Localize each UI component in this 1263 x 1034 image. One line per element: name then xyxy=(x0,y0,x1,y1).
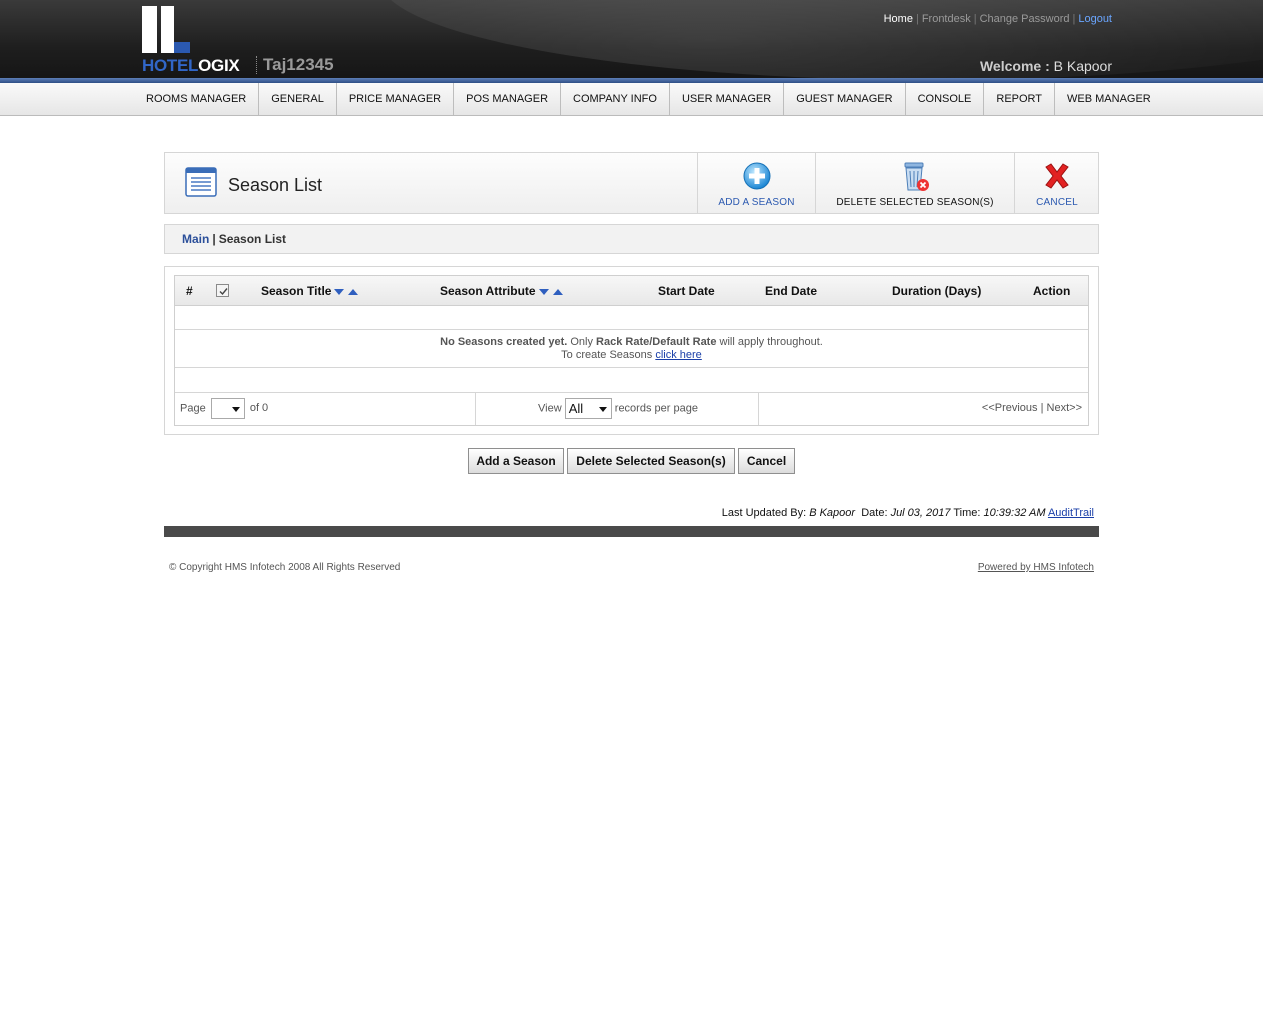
pager-divider xyxy=(475,393,476,425)
add-season-button[interactable]: Add a Season xyxy=(468,448,564,474)
user-name: B Kapoor xyxy=(1053,58,1112,74)
add-circle-icon xyxy=(742,161,772,191)
sort-asc-icon[interactable] xyxy=(348,288,359,295)
delete-seasons-toolbar-button[interactable]: DELETE SELECTED SEASON(S) xyxy=(815,153,1014,213)
col-end-date: End Date xyxy=(765,284,818,298)
pager-divider xyxy=(758,393,759,425)
pagination-bar: Page of 0 View All records per page <<Pr… xyxy=(175,393,1088,425)
brand-logo-text: HOTELOGIX xyxy=(142,56,240,75)
nav-price-manager[interactable]: PRICE MANAGER xyxy=(337,83,455,115)
previous-link[interactable]: <<Previous xyxy=(982,402,1038,414)
page-title: Season List xyxy=(228,175,323,195)
frontdesk-link[interactable]: Frontdesk xyxy=(922,13,971,25)
col-action: Action xyxy=(1033,284,1071,298)
logout-link[interactable]: Logout xyxy=(1078,13,1112,25)
main-nav: ROOMS MANAGER GENERAL PRICE MANAGER POS … xyxy=(0,83,1263,116)
records-per-page-select[interactable]: All xyxy=(564,398,612,419)
page-label: Page xyxy=(180,402,206,415)
empty-state-message: No Seasons created yet. Only Rack Rate/D… xyxy=(440,336,823,361)
delete-seasons-label: DELETE SELECTED SEASON(S) xyxy=(836,197,994,208)
sort-desc-icon[interactable] xyxy=(334,288,345,295)
last-updated-info: Last Updated By: B Kapoor Date: Jul 03, … xyxy=(721,507,1094,519)
nav-web-manager[interactable]: WEB MANAGER xyxy=(1055,83,1163,115)
cancel-label: CANCEL xyxy=(1036,197,1078,208)
breadcrumb: Main | Season List xyxy=(164,224,1099,254)
change-password-link[interactable]: Change Password xyxy=(980,13,1070,25)
top-links: Home | Frontdesk | Change Password | Logout xyxy=(883,13,1112,25)
nav-pos-manager[interactable]: POS MANAGER xyxy=(454,83,562,115)
select-all-checkbox[interactable] xyxy=(216,284,229,297)
list-icon xyxy=(185,167,217,197)
chevron-down-icon xyxy=(231,407,240,412)
app-header: HOTELOGIX Taj12345 Home | Frontdesk | Change… xyxy=(0,0,1263,80)
create-season-link[interactable]: click here xyxy=(655,349,701,361)
next-link[interactable]: Next>> xyxy=(1047,402,1082,414)
trash-delete-icon xyxy=(900,161,930,191)
col-season-attribute[interactable]: Season Attribute xyxy=(440,284,563,298)
property-code: Taj12345 xyxy=(256,56,334,74)
nav-report[interactable]: REPORT xyxy=(984,83,1056,115)
nav-guest-manager[interactable]: GUEST MANAGER xyxy=(784,83,906,115)
hotelogix-logo-icon xyxy=(142,6,190,54)
add-season-label: ADD A SEASON xyxy=(718,197,795,208)
records-per-page-label: records per page xyxy=(614,402,698,415)
view-label: View xyxy=(538,402,562,415)
page-select[interactable] xyxy=(210,398,245,419)
col-season-title[interactable]: Season Title xyxy=(261,284,359,298)
season-table-panel: # Season Title Season Attribute Start Da… xyxy=(164,266,1099,435)
home-link[interactable]: Home xyxy=(884,13,913,25)
delete-selected-seasons-button[interactable]: Delete Selected Season(s) xyxy=(567,448,735,474)
sort-asc-icon[interactable] xyxy=(552,288,563,295)
row-divider xyxy=(175,367,1088,368)
close-x-icon xyxy=(1042,161,1072,191)
copyright-text: © Copyright HMS Infotech 2008 All Rights… xyxy=(169,562,401,573)
nav-user-manager[interactable]: USER MANAGER xyxy=(670,83,785,115)
nav-rooms-manager[interactable]: ROOMS MANAGER xyxy=(134,83,260,115)
col-start-date: Start Date xyxy=(658,284,715,298)
season-table: # Season Title Season Attribute Start Da… xyxy=(174,275,1089,426)
cancel-button[interactable]: Cancel xyxy=(738,448,795,474)
updated-time: 10:39:32 AM xyxy=(983,507,1046,519)
nav-company-info[interactable]: COMPANY INFO xyxy=(561,83,670,115)
row-divider xyxy=(175,329,1088,330)
audit-trail-link[interactable]: AuditTrail xyxy=(1048,507,1094,519)
cancel-toolbar-button[interactable]: CANCEL xyxy=(1014,153,1099,213)
sort-desc-icon[interactable] xyxy=(538,288,549,295)
add-season-toolbar-button[interactable]: ADD A SEASON xyxy=(697,153,815,213)
col-duration: Duration (Days) xyxy=(892,284,982,298)
table-header: # Season Title Season Attribute Start Da… xyxy=(175,276,1088,306)
page-of-label: of 0 xyxy=(249,402,269,415)
breadcrumb-main-link[interactable]: Main xyxy=(182,232,209,246)
powered-by-link[interactable]: Powered by HMS Infotech xyxy=(978,562,1094,573)
updated-date: Jul 03, 2017 xyxy=(890,507,951,519)
nav-console[interactable]: CONSOLE xyxy=(906,83,985,115)
breadcrumb-current: Season List xyxy=(218,232,287,246)
title-panel: Season List ADD A SEASON DELETE SELECTED… xyxy=(164,152,1099,214)
updated-by: B Kapoor xyxy=(809,507,856,519)
col-number: # xyxy=(186,284,193,298)
nav-general[interactable]: GENERAL xyxy=(259,83,337,115)
chevron-down-icon xyxy=(598,407,607,412)
footer-divider xyxy=(164,526,1099,537)
welcome-text: Welcome : B Kapoor xyxy=(979,58,1112,74)
header-swoosh xyxy=(380,0,1263,80)
